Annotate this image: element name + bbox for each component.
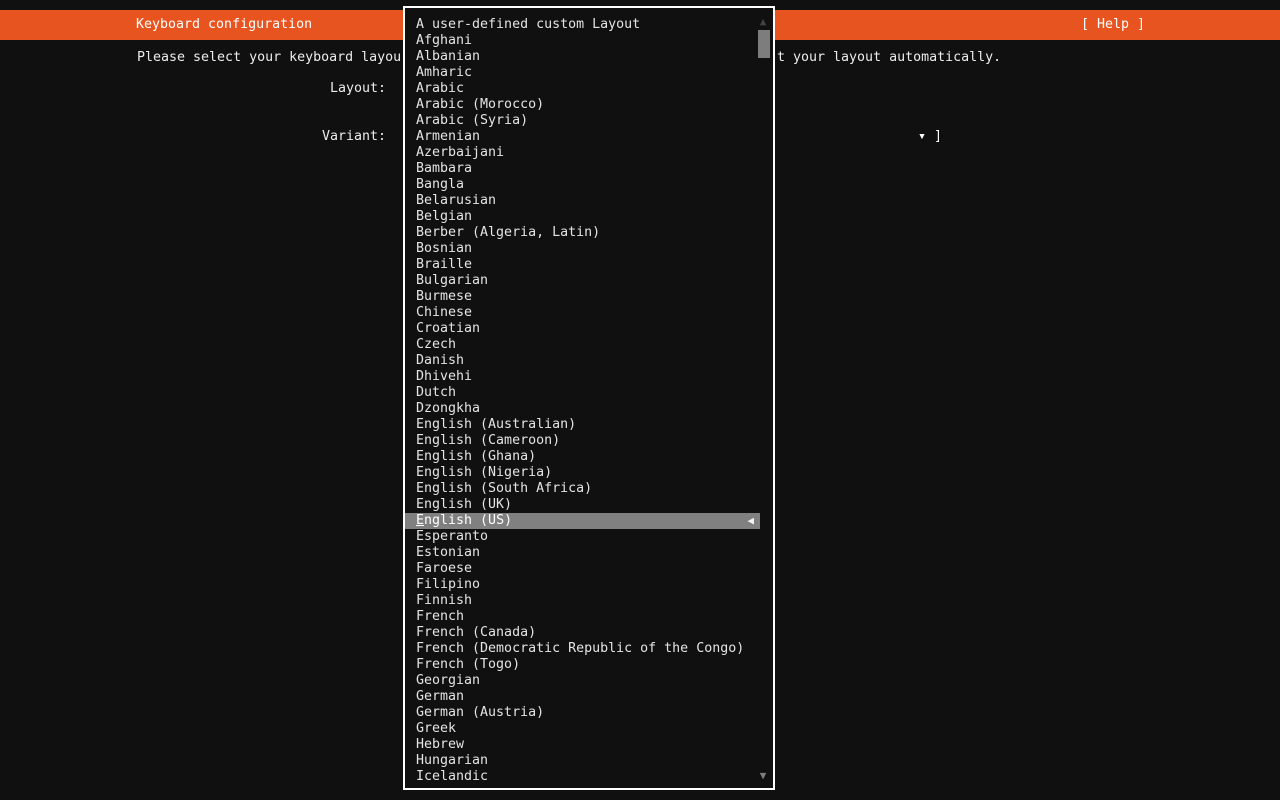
variant-select[interactable]: ▾ ]	[918, 129, 942, 145]
layout-option[interactable]: Armenian	[405, 129, 760, 145]
layout-option[interactable]: Finnish	[405, 593, 760, 609]
intro-text-left-fragment: Please select your keyboard layou	[137, 50, 401, 66]
layout-option[interactable]: Bosnian	[405, 241, 760, 257]
scroll-up-icon[interactable]: ▲	[756, 16, 770, 28]
layout-option[interactable]: Danish	[405, 353, 760, 369]
layout-option[interactable]: Hungarian	[405, 753, 760, 769]
layout-option[interactable]: Albanian	[405, 49, 760, 65]
intro-text-right-fragment: t your layout automatically.	[777, 50, 1001, 66]
layout-option[interactable]: German	[405, 689, 760, 705]
layout-option[interactable]: Burmese	[405, 289, 760, 305]
layout-option[interactable]: Icelandic	[405, 769, 760, 785]
layout-option[interactable]: Braille	[405, 257, 760, 273]
layout-option[interactable]: English (Ghana)	[405, 449, 760, 465]
help-button[interactable]: [ Help ]	[1081, 10, 1145, 40]
layout-option[interactable]: Greek	[405, 721, 760, 737]
layout-option[interactable]: Georgian	[405, 673, 760, 689]
layout-option[interactable]: German (Austria)	[405, 705, 760, 721]
variant-field-label: Variant:	[322, 129, 386, 145]
layout-option[interactable]: Dutch	[405, 385, 760, 401]
layout-option[interactable]: A user-defined custom Layout	[405, 17, 760, 33]
layout-option[interactable]: Chinese	[405, 305, 760, 321]
layout-option[interactable]: Bangla	[405, 177, 760, 193]
layout-option[interactable]: English (Nigeria)	[405, 465, 760, 481]
layout-option[interactable]: Hebrew	[405, 737, 760, 753]
layout-option[interactable]: Esperanto	[405, 529, 760, 545]
layout-option[interactable]: Faroese	[405, 561, 760, 577]
layout-option[interactable]: French (Canada)	[405, 625, 760, 641]
layout-option[interactable]: English (UK)	[405, 497, 760, 513]
layout-option[interactable]: French (Democratic Republic of the Congo…	[405, 641, 760, 657]
layout-option[interactable]: Bulgarian	[405, 273, 760, 289]
layout-option[interactable]: Azerbaijani	[405, 145, 760, 161]
layout-option[interactable]: English (Australian)	[405, 417, 760, 433]
layout-option[interactable]: French	[405, 609, 760, 625]
layout-option[interactable]: Arabic (Morocco)	[405, 97, 760, 113]
scroll-down-icon[interactable]: ▼	[756, 770, 770, 782]
layout-option-list: A user-defined custom LayoutAfghaniAlban…	[405, 17, 773, 785]
page-title: Keyboard configuration	[136, 10, 312, 40]
layout-option[interactable]: English (Cameroon)	[405, 433, 760, 449]
layout-option[interactable]: Arabic (Syria)	[405, 113, 760, 129]
layout-option[interactable]: Czech	[405, 337, 760, 353]
layout-option[interactable]: Belarusian	[405, 193, 760, 209]
layout-option[interactable]: Filipino	[405, 577, 760, 593]
layout-option[interactable]: Dzongkha	[405, 401, 760, 417]
layout-option[interactable]: Berber (Algeria, Latin)	[405, 225, 760, 241]
layout-option[interactable]: French (Togo)	[405, 657, 760, 673]
layout-option[interactable]: English (South Africa)	[405, 481, 760, 497]
layout-option[interactable]: Bambara	[405, 161, 760, 177]
layout-option[interactable]: Afghani	[405, 33, 760, 49]
scrollbar-thumb[interactable]	[758, 30, 770, 58]
selected-item-arrow-icon: ◀	[747, 513, 754, 529]
layout-option[interactable]: Dhivehi	[405, 369, 760, 385]
layout-dropdown-popup: A user-defined custom LayoutAfghaniAlban…	[403, 6, 775, 790]
layout-field-label: Layout:	[330, 81, 386, 97]
layout-option[interactable]: Estonian	[405, 545, 760, 561]
layout-option[interactable]: Belgian	[405, 209, 760, 225]
chevron-down-icon: ▾ ]	[918, 129, 942, 144]
layout-option[interactable]: English (US)◀	[405, 513, 760, 529]
layout-option[interactable]: Amharic	[405, 65, 760, 81]
layout-option[interactable]: Croatian	[405, 321, 760, 337]
layout-option[interactable]: Arabic	[405, 81, 760, 97]
